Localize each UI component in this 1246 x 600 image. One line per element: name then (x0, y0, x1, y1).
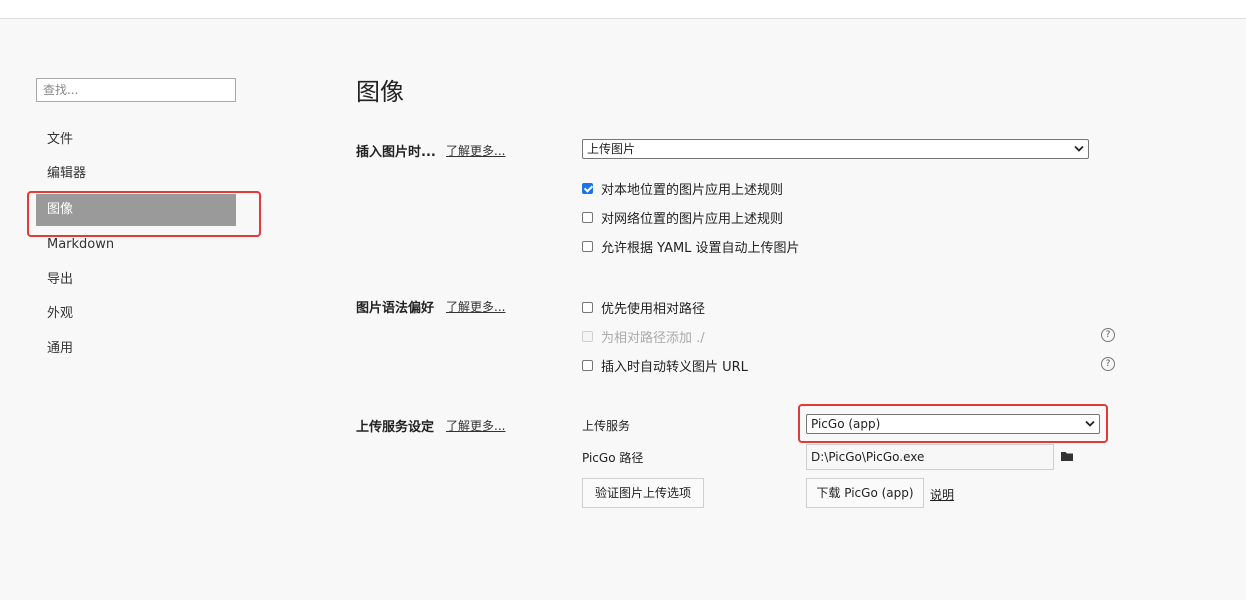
sidebar-item-general[interactable]: 通用 (36, 333, 236, 365)
folder-icon[interactable] (1061, 451, 1073, 461)
sidebar-item-image[interactable]: 图像 (36, 194, 236, 226)
checkbox-row-network[interactable]: 对网络位置的图片应用上述规则 (582, 208, 784, 227)
help-icon[interactable]: ? (1101, 357, 1115, 371)
upload-service-select[interactable]: PicGo (app) (806, 414, 1100, 434)
settings-search-input[interactable] (36, 78, 236, 102)
checkbox-row-yaml[interactable]: 允许根据 YAML 设置自动上传图片 (582, 237, 800, 256)
escape-url-checkbox[interactable] (582, 359, 593, 371)
chevron-down-icon (1085, 420, 1095, 427)
page-title: 图像 (356, 78, 404, 106)
download-picgo-button[interactable]: 下载 PicGo (app) (806, 478, 924, 508)
learn-more-link-syntax[interactable]: 了解更多... (446, 298, 505, 315)
checkbox-row-relative[interactable]: 优先使用相对路径 (582, 298, 706, 317)
checkbox-row-escape-url[interactable]: 插入时自动转义图片 URL (582, 356, 748, 375)
learn-more-link-upload[interactable]: 了解更多... (446, 417, 505, 434)
picgo-path-label: PicGo 路径 (582, 451, 644, 465)
upload-service-value: PicGo (app) (811, 417, 881, 431)
yaml-upload-checkbox[interactable] (582, 240, 593, 252)
chevron-down-icon (1074, 145, 1084, 152)
sidebar-item-appearance[interactable]: 外观 (36, 298, 236, 330)
checkbox-row-local[interactable]: 对本地位置的图片应用上述规则 (582, 179, 784, 198)
learn-more-link-insert[interactable]: 了解更多... (446, 142, 505, 159)
sidebar-item-export[interactable]: 导出 (36, 264, 236, 296)
local-rule-checkbox[interactable] (582, 182, 593, 194)
escape-url-label: 插入时自动转义图片 URL (601, 359, 748, 375)
local-rule-label: 对本地位置的图片应用上述规则 (601, 182, 784, 198)
insert-image-label: 插入图片时... (356, 145, 436, 160)
picgo-path-input[interactable]: D:\PicGo\PicGo.exe (806, 444, 1054, 470)
prefer-relative-checkbox[interactable] (582, 301, 593, 313)
title-bar (0, 0, 1246, 19)
dot-prefix-label: 为相对路径添加 ./ (601, 330, 705, 346)
sidebar-item-editor[interactable]: 编辑器 (36, 158, 236, 190)
insert-action-select[interactable]: 上传图片 (582, 139, 1089, 159)
dot-prefix-checkbox (582, 330, 593, 342)
upload-service-label: 上传服务 (582, 419, 631, 433)
image-syntax-label: 图片语法偏好 (356, 301, 435, 316)
insert-action-value: 上传图片 (587, 142, 636, 156)
yaml-upload-label: 允许根据 YAML 设置自动上传图片 (601, 240, 800, 256)
validate-upload-button[interactable]: 验证图片上传选项 (582, 478, 704, 508)
sidebar-item-file[interactable]: 文件 (36, 124, 236, 156)
explain-link[interactable]: 说明 (930, 486, 954, 503)
network-rule-checkbox[interactable] (582, 211, 593, 223)
upload-service-settings-label: 上传服务设定 (356, 420, 435, 435)
help-icon[interactable]: ? (1101, 328, 1115, 342)
sidebar-item-markdown[interactable]: Markdown (36, 229, 236, 261)
network-rule-label: 对网络位置的图片应用上述规则 (601, 211, 784, 227)
prefer-relative-label: 优先使用相对路径 (601, 301, 706, 317)
checkbox-row-dot-prefix: 为相对路径添加 ./ (582, 327, 705, 346)
